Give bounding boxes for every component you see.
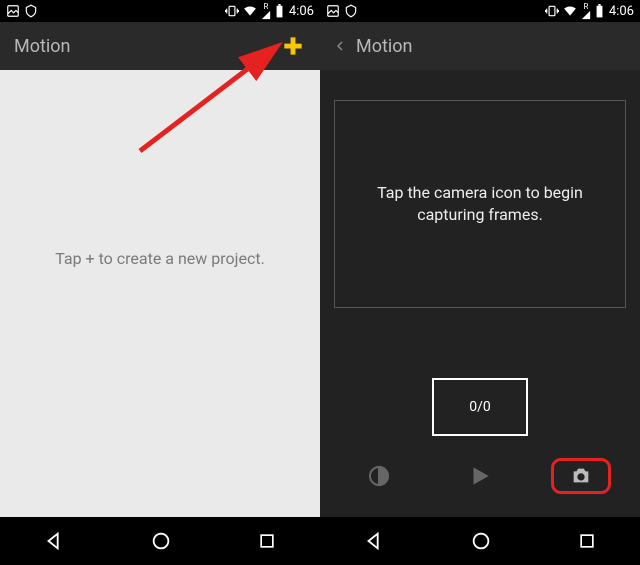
empty-state-text: Tap + to create a new project. — [55, 249, 265, 268]
play-button[interactable] — [450, 463, 510, 489]
app-title: Motion — [14, 36, 70, 57]
empty-state: Tap + to create a new project. — [0, 70, 320, 517]
app-bar: Motion — [0, 22, 320, 70]
nav-bar — [320, 517, 640, 565]
status-bar: R 4:06 — [320, 0, 640, 22]
nav-home-button[interactable] — [470, 530, 492, 552]
app-title: Motion — [356, 36, 412, 57]
gallery-icon — [6, 4, 20, 18]
shield-icon — [344, 4, 358, 18]
onion-skin-button[interactable] — [349, 464, 409, 488]
battery-icon — [275, 4, 284, 18]
phone-left: R 4:06 Motion Tap + to create a new proj… — [0, 0, 320, 565]
nav-back-button[interactable] — [363, 530, 385, 552]
frame-counter[interactable]: 0/0 — [432, 378, 528, 436]
frame-counter-value: 0/0 — [469, 399, 491, 415]
vibrate-icon — [544, 4, 560, 18]
back-button[interactable] — [334, 36, 346, 56]
app-bar: Motion — [320, 22, 640, 70]
nav-recent-button[interactable] — [577, 531, 597, 551]
battery-icon — [595, 4, 604, 18]
gallery-icon — [326, 4, 340, 18]
nav-recent-button[interactable] — [257, 531, 277, 551]
clock: 4:06 — [609, 4, 634, 19]
capture-screen: Tap the camera icon to begin capturing f… — [320, 70, 640, 517]
signal-icon: R — [260, 3, 272, 20]
nav-bar — [0, 517, 320, 565]
vibrate-icon — [224, 4, 240, 18]
clock: 4:06 — [289, 4, 314, 19]
wifi-icon — [243, 4, 257, 18]
status-bar: R 4:06 — [0, 0, 320, 22]
preview-hint-text: Tap the camera icon to begin capturing f… — [359, 182, 601, 225]
camera-button[interactable] — [551, 458, 611, 494]
signal-icon: R — [580, 3, 592, 20]
add-project-button[interactable] — [280, 33, 306, 59]
toolbar — [320, 454, 640, 498]
wifi-icon — [563, 4, 577, 18]
nav-back-button[interactable] — [43, 530, 65, 552]
shield-icon — [24, 4, 38, 18]
preview-box: Tap the camera icon to begin capturing f… — [334, 100, 626, 308]
nav-home-button[interactable] — [150, 530, 172, 552]
phone-right: R 4:06 Motion Tap the camera icon to beg… — [320, 0, 640, 565]
